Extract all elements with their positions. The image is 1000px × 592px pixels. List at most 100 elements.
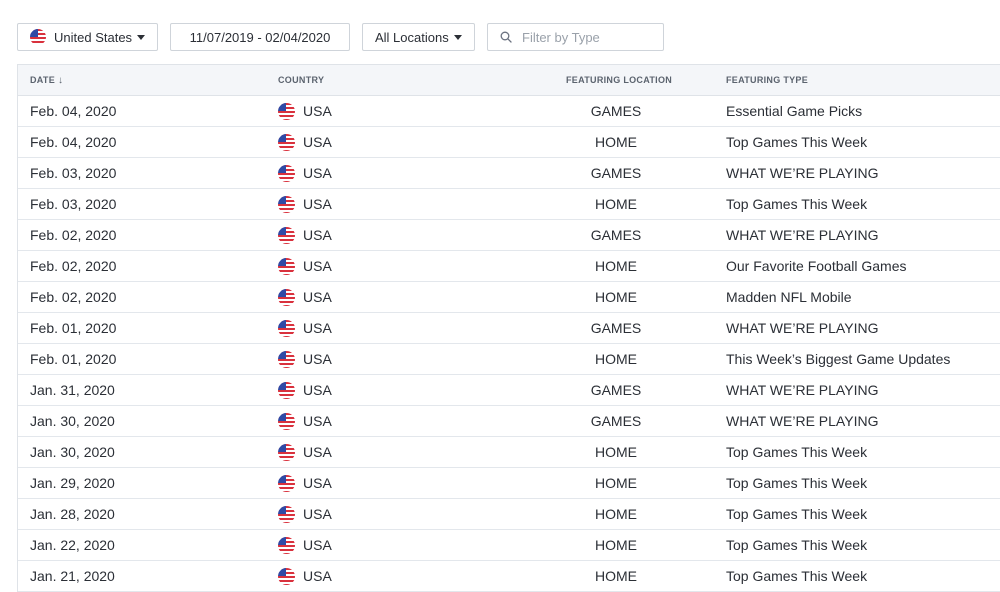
table-row[interactable]: Feb. 03, 2020 USA HOME Top Games This Week [18, 189, 1000, 220]
cell-featuring-location: HOME [595, 289, 637, 305]
date-range-label: 11/07/2019 - 02/04/2020 [189, 29, 331, 45]
cell-country: USA [278, 344, 332, 374]
table-row[interactable]: Feb. 02, 2020 USA HOME Our Favorite Footbal… [18, 251, 1000, 282]
table-row[interactable]: Feb. 04, 2020 USA GAMES Essential Game Pick… [18, 96, 1000, 127]
table-row[interactable]: Feb. 01, 2020 USA HOME This Week’s Biggest … [18, 344, 1000, 375]
cell-date: Feb. 04, 2020 [30, 134, 117, 150]
featuring-table: DATE ↓ COUNTRY FEATURING LOCATION FEATURI… [17, 64, 1000, 592]
cell-country-label: USA [303, 289, 332, 305]
column-header-date[interactable]: DATE ↓ [30, 65, 63, 96]
table-row[interactable]: Jan. 30, 2020 USA GAMES WHAT WE’RE PLAYING [18, 406, 1000, 437]
cell-country-label: USA [303, 475, 332, 491]
cell-country: USA [278, 189, 332, 219]
us-flag-icon [278, 474, 295, 492]
table-row[interactable]: Jan. 22, 2020 USA HOME Top Games This Week [18, 530, 1000, 561]
cell-date: Jan. 29, 2020 [30, 475, 115, 491]
caret-down-icon [137, 34, 145, 40]
search-icon [500, 31, 512, 43]
cell-date: Feb. 03, 2020 [30, 196, 117, 212]
table-row[interactable]: Feb. 03, 2020 USA GAMES WHAT WE’RE PLAYING [18, 158, 1000, 189]
table-header: DATE ↓ COUNTRY FEATURING LOCATION FEATURI… [17, 64, 1000, 96]
table-row[interactable]: Jan. 21, 2020 USA HOME Top Games This Week [18, 561, 1000, 592]
us-flag-icon [278, 350, 295, 368]
us-flag-icon [278, 102, 295, 120]
cell-featuring-location: HOME [595, 134, 637, 150]
us-flag-icon [278, 164, 295, 182]
cell-country-label: USA [303, 413, 332, 429]
cell-date: Jan. 28, 2020 [30, 506, 115, 522]
us-flag-icon [278, 412, 295, 430]
us-flag-icon [278, 319, 295, 337]
cell-featuring-location: HOME [595, 568, 637, 584]
table-row[interactable]: Feb. 04, 2020 USA HOME Top Games This Week [18, 127, 1000, 158]
cell-country: USA [278, 127, 332, 157]
cell-country-label: USA [303, 227, 332, 243]
cell-featuring-location: HOME [595, 475, 637, 491]
cell-country-label: USA [303, 258, 332, 274]
cell-date: Jan. 31, 2020 [30, 382, 115, 398]
cell-featuring-type: Madden NFL Mobile [726, 289, 852, 305]
cell-country: USA [278, 406, 332, 436]
us-flag-icon [278, 195, 295, 213]
us-flag-icon [278, 257, 295, 275]
cell-featuring-type: Top Games This Week [726, 475, 868, 491]
cell-featuring-type: WHAT WE’RE PLAYING [726, 165, 879, 181]
cell-country: USA [278, 468, 332, 498]
cell-featuring-type: This Week’s Biggest Game Updates [726, 351, 951, 367]
date-range-picker[interactable]: 11/07/2019 - 02/04/2020 [170, 23, 350, 51]
locations-dropdown[interactable]: All Locations [362, 23, 475, 51]
sort-descending-icon: ↓ [58, 75, 64, 86]
cell-country: USA [278, 561, 332, 591]
table-body: Feb. 04, 2020 USA GAMES Essential Game Pick… [17, 96, 1000, 592]
us-flag-icon [278, 381, 295, 399]
table-row[interactable]: Feb. 02, 2020 USA HOME Madden NFL Mobile [18, 282, 1000, 313]
column-header-featuring-type[interactable]: FEATURING TYPE [726, 65, 808, 96]
cell-date: Feb. 02, 2020 [30, 289, 117, 305]
cell-country-label: USA [303, 444, 332, 460]
cell-country: USA [278, 313, 332, 343]
cell-featuring-type: Top Games This Week [726, 568, 868, 584]
us-flag-icon [278, 536, 295, 554]
table-row[interactable]: Jan. 31, 2020 USA GAMES WHAT WE’RE PLAYING [18, 375, 1000, 406]
cell-featuring-type: Our Favorite Football Games [726, 258, 907, 274]
cell-country-label: USA [303, 537, 332, 553]
column-header-date-label: DATE [30, 75, 56, 85]
column-header-featuring-location[interactable]: FEATURING LOCATION [566, 65, 672, 96]
cell-featuring-type: Top Games This Week [726, 196, 868, 212]
cell-country-label: USA [303, 165, 332, 181]
cell-country: USA [278, 220, 332, 250]
cell-country-label: USA [303, 134, 332, 150]
cell-featuring-location: HOME [595, 196, 637, 212]
table-row[interactable]: Feb. 01, 2020 USA GAMES WHAT WE’RE PLAYING [18, 313, 1000, 344]
cell-date: Jan. 21, 2020 [30, 568, 115, 584]
cell-country: USA [278, 96, 332, 126]
cell-country-label: USA [303, 382, 332, 398]
cell-country-label: USA [303, 506, 332, 522]
cell-country-label: USA [303, 320, 332, 336]
type-filter-input[interactable] [522, 29, 652, 45]
cell-featuring-type: Top Games This Week [726, 506, 868, 522]
cell-date: Feb. 01, 2020 [30, 351, 117, 367]
column-header-country[interactable]: COUNTRY [278, 65, 324, 96]
cell-featuring-location: HOME [595, 444, 637, 460]
us-flag-icon [278, 226, 295, 244]
cell-featuring-location: HOME [595, 258, 637, 274]
table-row[interactable]: Jan. 29, 2020 USA HOME Top Games This Week [18, 468, 1000, 499]
cell-country-label: USA [303, 351, 332, 367]
cell-date: Feb. 01, 2020 [30, 320, 117, 336]
cell-featuring-location: GAMES [590, 320, 642, 336]
cell-date: Feb. 04, 2020 [30, 103, 117, 119]
us-flag-icon [278, 288, 295, 306]
cell-date: Feb. 02, 2020 [30, 258, 117, 274]
cell-date: Jan. 30, 2020 [30, 444, 115, 460]
cell-country: USA [278, 251, 332, 281]
table-row[interactable]: Jan. 28, 2020 USA HOME Top Games This Week [18, 499, 1000, 530]
country-dropdown[interactable]: United States [17, 23, 158, 51]
table-row[interactable]: Jan. 30, 2020 USA HOME Top Games This Week [18, 437, 1000, 468]
table-row[interactable]: Feb. 02, 2020 USA GAMES WHAT WE’RE PLAYING [18, 220, 1000, 251]
cell-featuring-type: WHAT WE’RE PLAYING [726, 227, 879, 243]
cell-featuring-location: GAMES [590, 382, 642, 398]
type-filter-field[interactable] [487, 23, 664, 51]
caret-down-icon [454, 34, 462, 40]
cell-featuring-location: HOME [595, 506, 637, 522]
